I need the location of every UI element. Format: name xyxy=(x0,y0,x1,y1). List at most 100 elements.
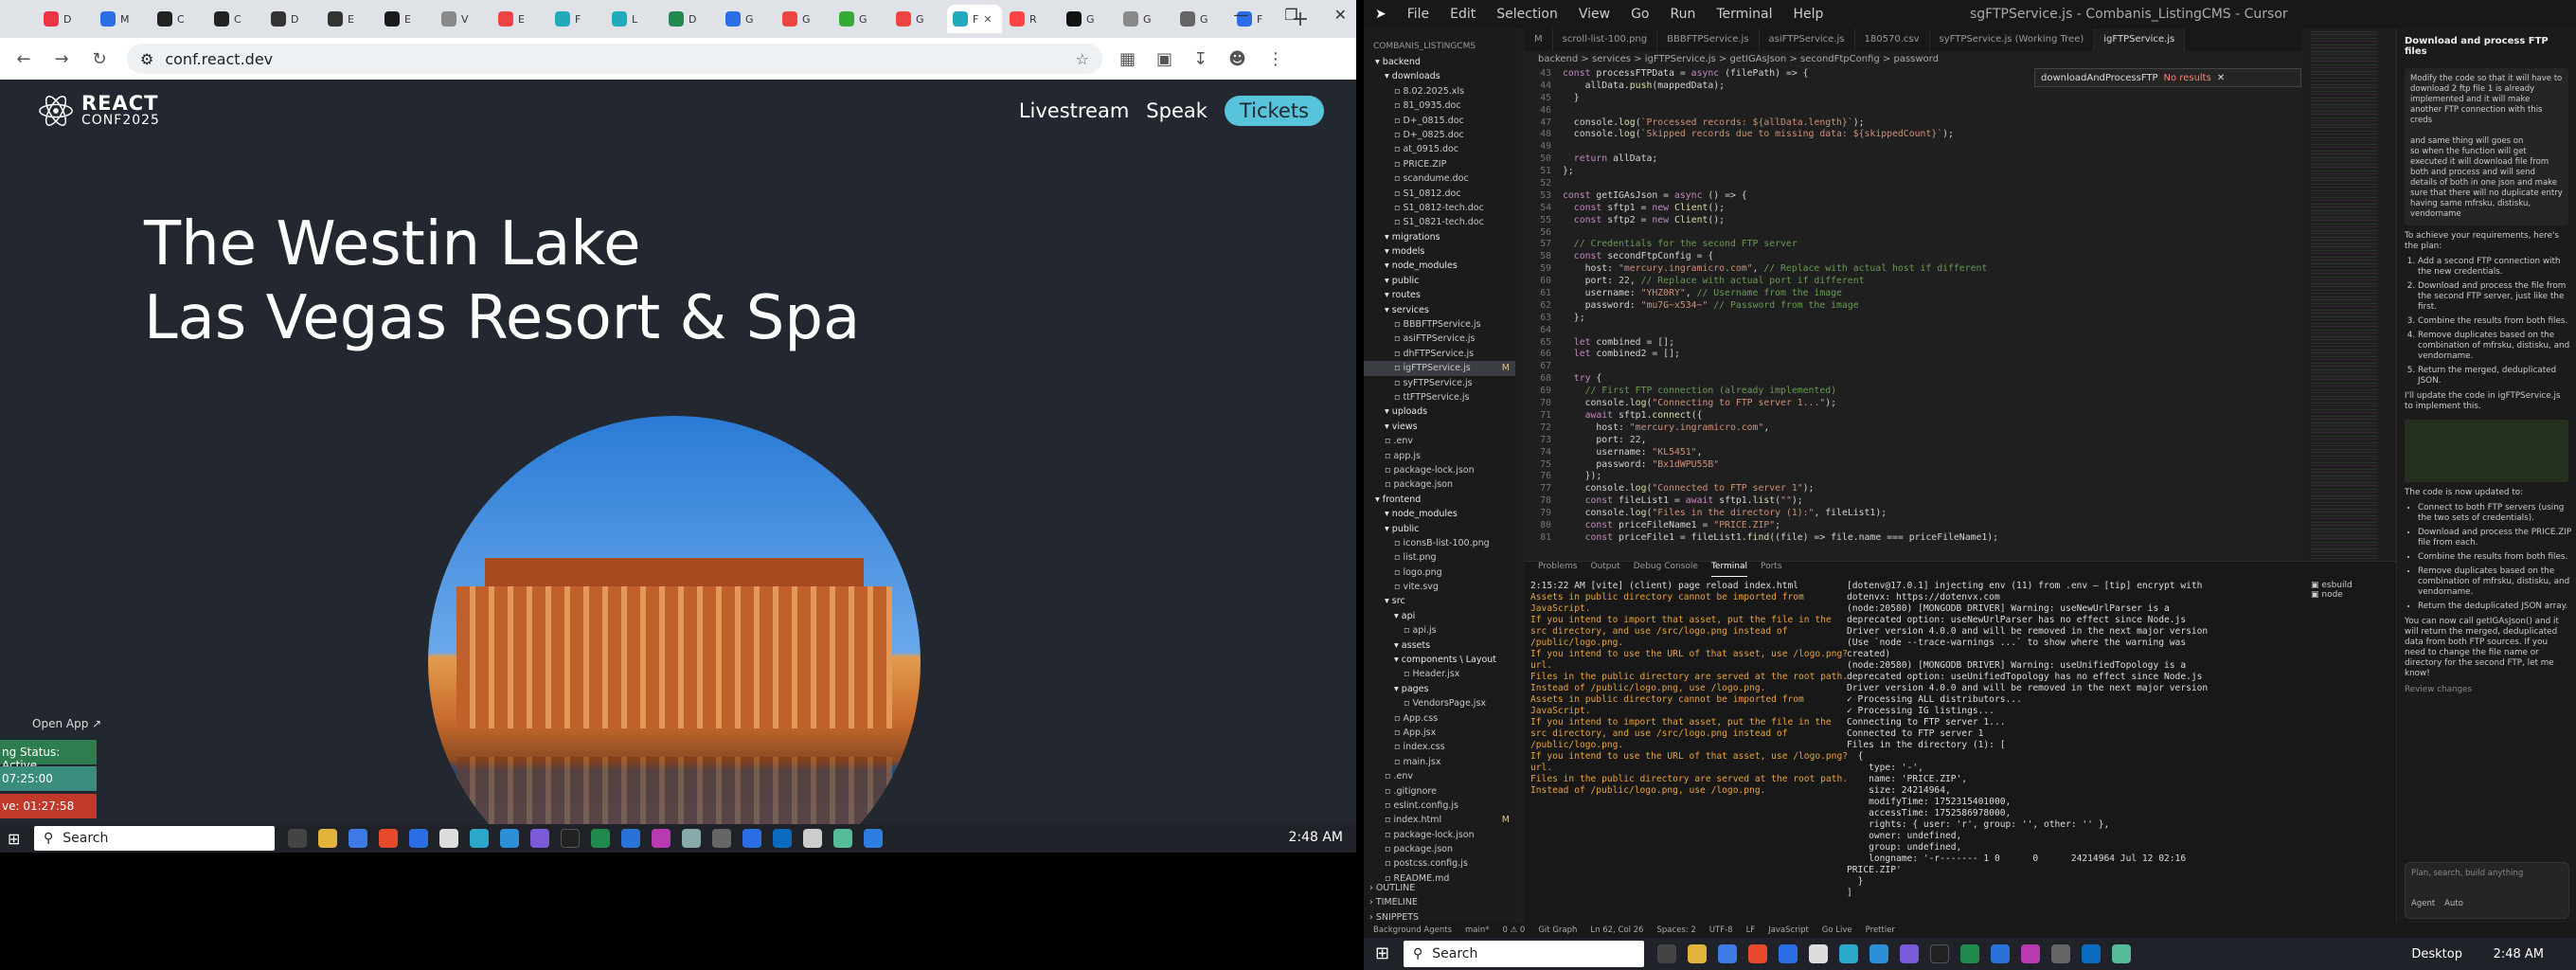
code-line[interactable]: 80 const priceFileName1 = "PRICE.ZIP"; xyxy=(1525,520,2301,532)
explorer-file[interactable]: ▫ .env xyxy=(1364,769,1515,783)
explorer-file[interactable]: ▫ scandume.doc xyxy=(1364,171,1515,186)
status-item[interactable]: Git Graph xyxy=(1538,925,1577,935)
status-item[interactable]: JavaScript xyxy=(1768,925,1809,935)
find-widget[interactable]: downloadAndProcessFTP No results ✕ xyxy=(2034,68,2301,87)
menu-icon[interactable]: ⋮ xyxy=(1267,49,1284,69)
explorer-folder[interactable]: ▾ assets xyxy=(1364,638,1515,653)
status-item[interactable]: Go Live xyxy=(1822,925,1852,935)
explorer-folder[interactable]: ▾ uploads xyxy=(1364,404,1515,419)
code-line[interactable]: 76 }); xyxy=(1525,471,2301,483)
outlook-icon[interactable] xyxy=(2082,944,2101,963)
code-line[interactable]: 68 try { xyxy=(1525,373,2301,386)
status-item[interactable]: 0 ⚠ 0 xyxy=(1503,925,1526,935)
browser-tab[interactable]: G xyxy=(720,5,775,33)
editor-tab[interactable]: 180570.csv xyxy=(1855,28,1930,51)
app-icon[interactable] xyxy=(2112,944,2131,963)
back-icon[interactable]: ← xyxy=(13,49,34,69)
code-line[interactable]: 74 username: "KL5451", xyxy=(1525,447,2301,459)
status-item[interactable]: main* xyxy=(1465,925,1490,935)
find-input-value[interactable]: downloadAndProcessFTP xyxy=(2041,73,2158,83)
code-line[interactable]: 53 const getIGAsJson = async () => { xyxy=(1525,190,2301,203)
explorer-file[interactable]: ▫ postcss.config.js xyxy=(1364,856,1515,871)
code-line[interactable]: 64 xyxy=(1525,325,2301,337)
explorer-folder[interactable]: ▾ pages xyxy=(1364,682,1515,696)
explorer-folder[interactable]: ▾ public xyxy=(1364,522,1515,536)
terminal-node[interactable]: [dotenv@17.0.1] injecting env (11) from … xyxy=(1847,581,2216,899)
taskbar-clock-right[interactable]: 2:48 AM xyxy=(2494,947,2544,961)
browser-tab[interactable]: L xyxy=(606,5,661,33)
explorer-folder[interactable]: ▾ downloads xyxy=(1364,69,1515,83)
explorer-file[interactable]: ▫ eslint.config.js xyxy=(1364,799,1515,813)
code-line[interactable]: 63 }; xyxy=(1525,313,2301,325)
code-line[interactable]: 75 password: "Bx1dWPU55B" xyxy=(1525,459,2301,472)
browser-tab[interactable]: D xyxy=(265,5,320,33)
status-item[interactable]: Ln 62, Col 26 xyxy=(1590,925,1643,935)
extension-icon[interactable]: ▦ xyxy=(1119,49,1136,69)
minimap[interactable] xyxy=(2311,28,2377,559)
explorer-file[interactable]: ▫ 8.02.2025.xls xyxy=(1364,84,1515,99)
explorer-file[interactable]: ▫ D+_0825.doc xyxy=(1364,128,1515,142)
code-line[interactable]: 71 await sftp1.connect({ xyxy=(1525,410,2301,422)
panel-tab-debug-console[interactable]: Debug Console xyxy=(1634,562,1698,577)
browser-tab[interactable]: E xyxy=(492,5,547,33)
explorer-file[interactable]: ▫ package.json xyxy=(1364,842,1515,856)
browser-tab[interactable]: E xyxy=(322,5,377,33)
explorer-file[interactable]: ▫ main.jsx xyxy=(1364,755,1515,769)
explorer-file[interactable]: ▫ index.css xyxy=(1364,740,1515,754)
windows-start-icon[interactable]: ⊞ xyxy=(8,830,20,848)
tab-close-icon[interactable]: ✕ xyxy=(983,13,992,26)
panel-tab-terminal[interactable]: Terminal xyxy=(1710,562,1747,577)
code-line[interactable]: 56 xyxy=(1525,227,2301,240)
app-icon[interactable] xyxy=(409,829,428,848)
editor-tab[interactable]: asiFTPService.js xyxy=(1760,28,1855,51)
explorer-file[interactable]: ▫ BBBFTPService.js xyxy=(1364,317,1515,332)
windows-start-icon[interactable]: ⊞ xyxy=(1375,943,1389,963)
code-line[interactable]: 81 const priceFile1 = fileList1.find((fi… xyxy=(1525,532,2301,545)
explorer-folder[interactable]: ▾ node_modules xyxy=(1364,507,1515,521)
explorer-file[interactable]: ▫ package-lock.json xyxy=(1364,828,1515,842)
app-icon[interactable] xyxy=(1839,944,1858,963)
app-icon[interactable] xyxy=(682,829,701,848)
code-line[interactable]: 62 password: "mu7G~x534~" // Password fr… xyxy=(1525,300,2301,313)
status-item[interactable]: Spaces: 2 xyxy=(1656,925,1695,935)
review-changes-link[interactable]: Review changes xyxy=(2397,683,2576,699)
profile-icon[interactable]: ☻ xyxy=(1228,49,1246,69)
explorer-file[interactable]: ▫ Header.jsx xyxy=(1364,667,1515,681)
code-line[interactable]: 57 // Credentials for the second FTP ser… xyxy=(1525,239,2301,251)
code-line[interactable]: 65 let combined = []; xyxy=(1525,337,2301,350)
code-line[interactable]: 73 port: 22, xyxy=(1525,435,2301,447)
explorer-folder[interactable]: ▾ components \ Layout xyxy=(1364,653,1515,667)
code-line[interactable]: 60 port: 22, // Replace with actual port… xyxy=(1525,276,2301,288)
browser-tab[interactable]: G xyxy=(890,5,945,33)
code-line[interactable]: 54 const sftp1 = new Client(); xyxy=(1525,203,2301,215)
explorer-file[interactable]: ▫ ttFTPService.js xyxy=(1364,390,1515,404)
explorer-folder[interactable]: ▾ models xyxy=(1364,244,1515,259)
taskbar-clock-left[interactable]: 2:48 AM xyxy=(1288,830,1343,845)
minimize-icon[interactable]: — xyxy=(1233,6,1248,24)
taskbar-search-right[interactable]: ⚲ Search xyxy=(1404,941,1644,967)
code-line[interactable]: 48 console.log(`Skipped records due to m… xyxy=(1525,129,2301,141)
app-icon[interactable] xyxy=(864,829,883,848)
explorer-file[interactable]: ▫ iconsB-list-100.png xyxy=(1364,536,1515,550)
explorer-file[interactable]: ▫ logo.png xyxy=(1364,566,1515,580)
editor-tab[interactable]: igFTPService.js xyxy=(2094,28,2186,51)
code-line[interactable]: 67 xyxy=(1525,361,2301,373)
explorer-file[interactable]: ▫ App.jsx xyxy=(1364,726,1515,740)
teams-icon[interactable] xyxy=(530,829,549,848)
react-conf-logo[interactable]: REACT CONF2025 xyxy=(38,93,160,129)
terminal-instance[interactable]: ▣ node xyxy=(2311,590,2396,600)
terminal-instance[interactable]: ▣ esbuild xyxy=(2311,581,2396,590)
app-icon[interactable] xyxy=(1779,944,1798,963)
puzzle-icon[interactable]: ▣ xyxy=(1156,49,1172,69)
panel-tab-problems[interactable]: Problems xyxy=(1538,562,1577,577)
excel-icon[interactable] xyxy=(591,829,610,848)
browser-tab[interactable]: E xyxy=(379,5,434,33)
status-item[interactable]: LF xyxy=(1746,925,1756,935)
code-line[interactable]: 55 const sftp2 = new Client(); xyxy=(1525,215,2301,227)
vscode-icon[interactable] xyxy=(1991,944,2010,963)
editor-tab[interactable]: scroll-list-100.png xyxy=(1553,28,1658,51)
browser-tab[interactable]: V xyxy=(436,5,491,33)
code-line[interactable]: 49 xyxy=(1525,141,2301,153)
excel-icon[interactable] xyxy=(1960,944,1979,963)
explorer-folder[interactable]: ▾ views xyxy=(1364,420,1515,434)
